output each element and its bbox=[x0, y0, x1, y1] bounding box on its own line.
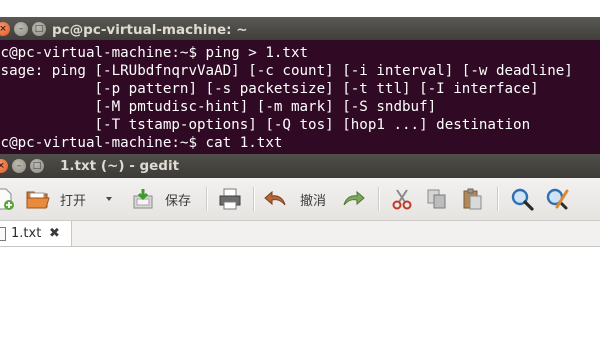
save-icon bbox=[133, 189, 153, 209]
tab-close-icon[interactable]: ✖ bbox=[49, 221, 60, 246]
document-tabbar: 1.txt ✖ bbox=[0, 221, 600, 247]
find-button[interactable] bbox=[510, 178, 534, 220]
redo-icon bbox=[343, 190, 365, 206]
copy-button[interactable] bbox=[425, 178, 449, 220]
undo-icon bbox=[264, 190, 286, 206]
printer-icon bbox=[219, 188, 241, 210]
toolbar-separator bbox=[497, 187, 499, 211]
find-replace-button[interactable] bbox=[545, 178, 569, 220]
terminal-minimize-button[interactable]: – bbox=[14, 22, 28, 36]
paste-button[interactable] bbox=[460, 178, 484, 220]
gedit-close-button[interactable]: × bbox=[0, 159, 8, 173]
open-folder-icon bbox=[26, 191, 50, 209]
tab-label: 1.txt bbox=[11, 226, 42, 241]
terminal-line: [-p pattern] [-s packetsize] [-t ttl] [-… bbox=[0, 81, 539, 97]
open-button[interactable]: 打开 bbox=[25, 178, 86, 220]
toolbar-separator bbox=[253, 187, 255, 211]
gedit-titlebar[interactable]: × – □ 1.txt (~) - gedit bbox=[0, 154, 600, 178]
terminal-window-title: pc@pc-virtual-machine: ~ bbox=[52, 22, 248, 38]
document-icon bbox=[0, 227, 6, 241]
new-document-button[interactable] bbox=[0, 178, 14, 220]
find-replace-icon bbox=[546, 188, 569, 210]
redo-button[interactable] bbox=[340, 178, 366, 220]
save-button-label: 保存 bbox=[165, 193, 192, 209]
toolbar-separator bbox=[378, 187, 380, 211]
gedit-maximize-button[interactable]: □ bbox=[30, 159, 44, 173]
new-document-icon bbox=[0, 188, 14, 210]
terminal-line: Usage: ping [-LRUbdfnqrvVaAD] [-c count]… bbox=[0, 63, 573, 79]
gedit-toolbar: 打开 保存 撤消 bbox=[0, 178, 600, 221]
terminal-window-controls: × – □ bbox=[0, 22, 46, 36]
tab-1-txt[interactable]: 1.txt ✖ bbox=[0, 221, 72, 246]
toolbar-separator bbox=[206, 187, 208, 211]
undo-button-label: 撤消 bbox=[300, 193, 327, 209]
chevron-down-icon bbox=[106, 197, 112, 201]
terminal-line: [-M pmtudisc-hint] [-m mark] [-S sndbuf] bbox=[0, 99, 437, 115]
cut-button[interactable] bbox=[390, 178, 414, 220]
gedit-window-controls: × – □ bbox=[0, 159, 44, 173]
copy-icon bbox=[427, 189, 446, 209]
terminal-line: pc@pc-virtual-machine:~$ cat 1.txt bbox=[0, 135, 283, 151]
open-button-label: 打开 bbox=[60, 193, 87, 209]
terminal-maximize-button[interactable]: □ bbox=[32, 22, 46, 36]
terminal-close-button[interactable]: × bbox=[0, 22, 10, 36]
gedit-minimize-button[interactable]: – bbox=[12, 159, 26, 173]
undo-button[interactable]: 撤消 bbox=[263, 178, 326, 220]
text-editor-area[interactable] bbox=[0, 247, 600, 340]
terminal-output[interactable]: pc@pc-virtual-machine:~$ ping > 1.txt Us… bbox=[0, 40, 600, 154]
terminal-line: [-T tstamp-options] [-Q tos] [hop1 ...] … bbox=[0, 117, 531, 133]
scissors-icon bbox=[392, 189, 412, 210]
terminal-titlebar[interactable]: × – □ pc@pc-virtual-machine: ~ bbox=[0, 0, 600, 40]
print-button[interactable] bbox=[218, 178, 242, 220]
open-recent-dropdown[interactable] bbox=[105, 178, 113, 220]
paste-icon bbox=[463, 188, 482, 210]
save-button[interactable]: 保存 bbox=[131, 178, 191, 220]
gedit-window-title: 1.txt (~) - gedit bbox=[60, 158, 180, 174]
terminal-line: pc@pc-virtual-machine:~$ ping > 1.txt bbox=[0, 45, 309, 61]
search-icon bbox=[511, 188, 534, 211]
